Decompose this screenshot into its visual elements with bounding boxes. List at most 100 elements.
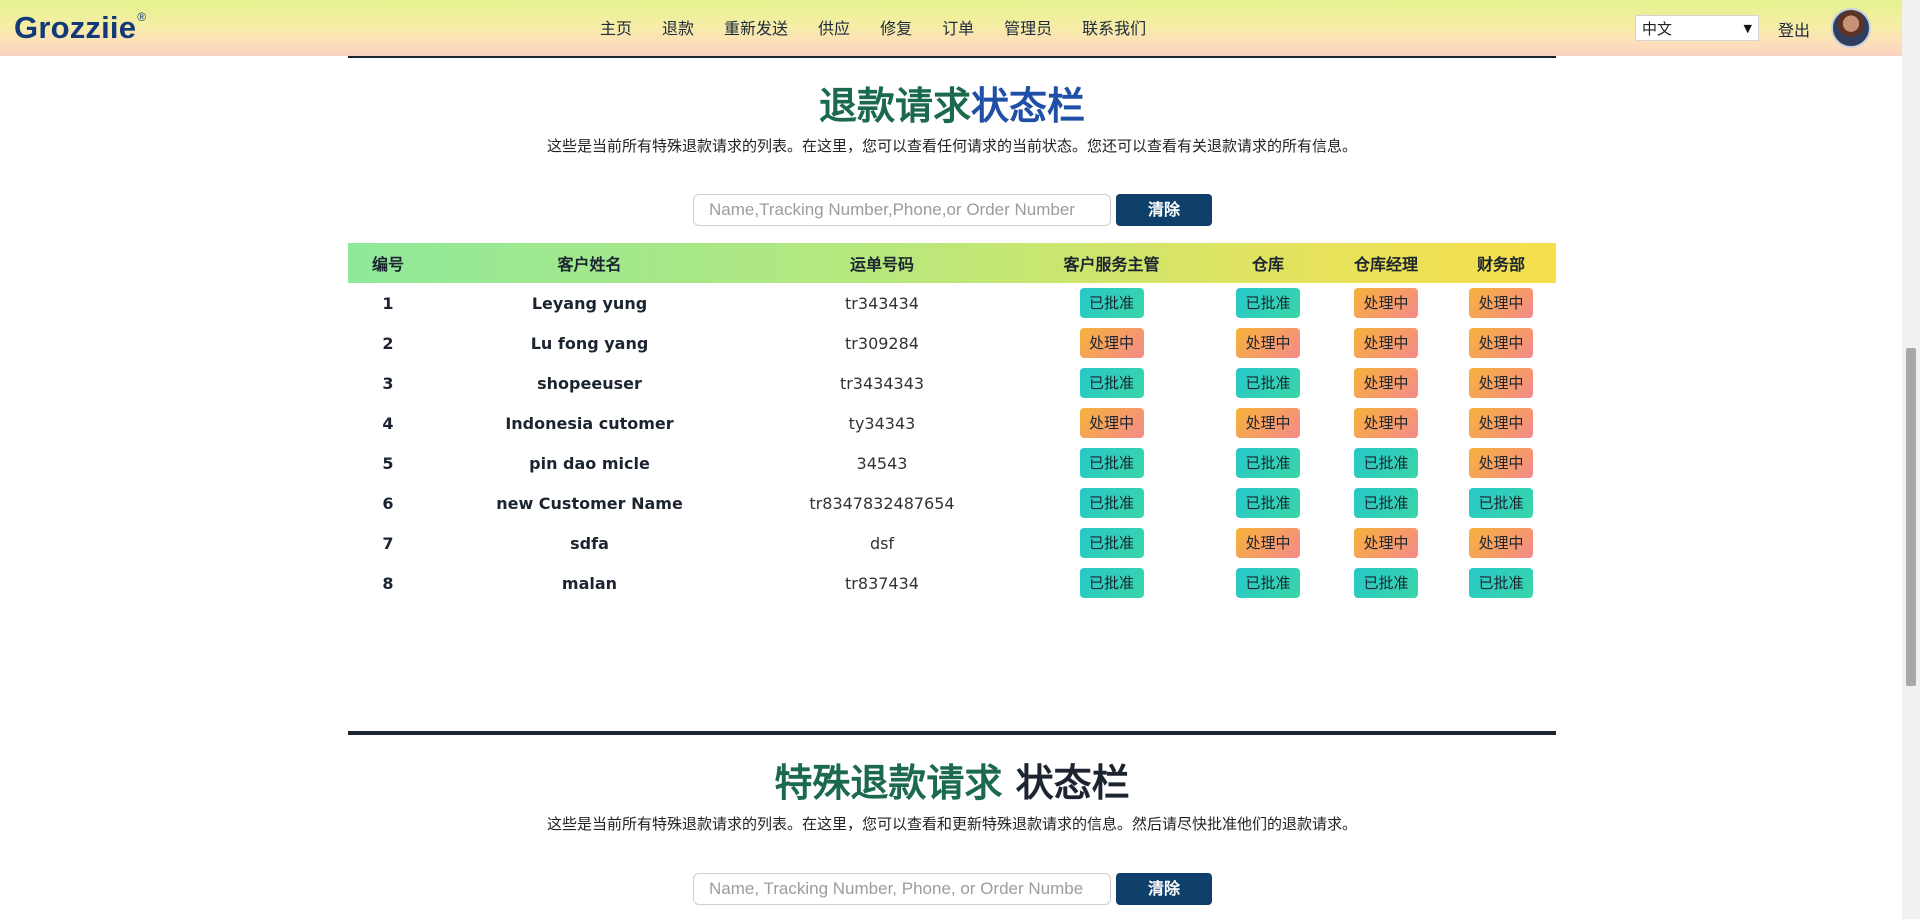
registered-mark: ®: [137, 9, 147, 24]
row-number: 4: [382, 413, 394, 433]
warehouse-status-cell: 处理中: [1210, 523, 1326, 563]
customer-name: Lu fong yang: [530, 333, 649, 353]
nav-home[interactable]: 主页: [600, 15, 632, 39]
top-navbar: Grozziie® 主页 退款 重新发送 供应 修复 订单 管理员 联系我们 中…: [0, 0, 1902, 56]
nav-contact[interactable]: 联系我们: [1082, 15, 1146, 39]
cs-supervisor-status-cell: 已批准: [1013, 443, 1210, 483]
nav-refund[interactable]: 退款: [662, 15, 694, 39]
customer-name: new Customer Name: [496, 493, 683, 513]
status-badge[interactable]: 已批准: [1079, 528, 1144, 558]
status-badge[interactable]: 已批准: [1354, 568, 1418, 598]
language-select[interactable]: 中文 ▼: [1635, 15, 1759, 41]
nav-resend[interactable]: 重新发送: [724, 15, 788, 39]
nav-repair[interactable]: 修复: [880, 15, 912, 39]
finance-status-cell: 处理中: [1446, 283, 1556, 323]
status-badge[interactable]: 已批准: [1236, 368, 1300, 398]
status-badge[interactable]: 已批准: [1469, 568, 1533, 598]
row-number: 7: [382, 533, 394, 553]
status-badge[interactable]: 处理中: [1236, 528, 1300, 558]
status-badge[interactable]: 已批准: [1469, 488, 1533, 518]
status-badge[interactable]: 处理中: [1354, 528, 1418, 558]
tracking-number: tr343434: [845, 293, 919, 313]
customer-name: pin dao micle: [529, 453, 650, 473]
cs-supervisor-status-cell: 已批准: [1013, 563, 1210, 603]
brand-logo[interactable]: Grozziie®: [14, 10, 146, 46]
finance-status-cell: 已批准: [1446, 563, 1556, 603]
status-badge[interactable]: 处理中: [1469, 528, 1533, 558]
warehouse-manager-status-cell: 已批准: [1326, 563, 1446, 603]
table-row: 8 malan tr837434 已批准 已批准 已批准 已批准: [348, 563, 1556, 603]
warehouse-status-cell: 处理中: [1210, 323, 1326, 363]
finance-status-cell: 处理中: [1446, 363, 1556, 403]
finance-status-cell: 处理中: [1446, 443, 1556, 483]
nav-orders[interactable]: 订单: [942, 15, 974, 39]
section-divider-bottom: [348, 731, 1556, 735]
table-row: 1 Leyang yung tr343434 已批准 已批准 处理中 处理中: [348, 283, 1556, 323]
customer-name: sdfa: [570, 533, 609, 553]
status-badge[interactable]: 处理中: [1354, 408, 1418, 438]
warehouse-manager-status-cell: 处理中: [1326, 403, 1446, 443]
row-number: 1: [382, 293, 394, 313]
cs-supervisor-status-cell: 已批准: [1013, 363, 1210, 403]
status-badge[interactable]: 处理中: [1469, 408, 1533, 438]
status-badge[interactable]: 已批准: [1079, 288, 1144, 318]
status-badge[interactable]: 已批准: [1236, 448, 1300, 478]
warehouse-manager-status-cell: 已批准: [1326, 443, 1446, 483]
logout-link[interactable]: 登出: [1778, 17, 1810, 41]
col-header-finance: 财务部: [1476, 255, 1525, 274]
status-badge[interactable]: 已批准: [1079, 368, 1144, 398]
title-part-2: 状态栏: [1015, 761, 1130, 805]
status-badge[interactable]: 已批准: [1354, 488, 1418, 518]
warehouse-manager-status-cell: 处理中: [1326, 283, 1446, 323]
status-badge[interactable]: 已批准: [1236, 488, 1300, 518]
row-number: 8: [382, 573, 394, 593]
nav-admin[interactable]: 管理员: [1004, 15, 1052, 39]
finance-status-cell: 已批准: [1446, 483, 1556, 523]
row-number: 3: [382, 373, 394, 393]
status-badge[interactable]: 处理中: [1354, 288, 1418, 318]
table-row: 2 Lu fong yang tr309284 处理中 处理中 处理中 处理中: [348, 323, 1556, 363]
cs-supervisor-status-cell: 已批准: [1013, 483, 1210, 523]
tracking-number: tr3434343: [839, 373, 925, 393]
status-badge[interactable]: 处理中: [1469, 368, 1533, 398]
status-badge[interactable]: 处理中: [1354, 328, 1418, 358]
status-badge[interactable]: 处理中: [1236, 408, 1300, 438]
warehouse-status-cell: 已批准: [1210, 483, 1326, 523]
status-badge[interactable]: 已批准: [1236, 288, 1300, 318]
warehouse-status-cell: 已批准: [1210, 443, 1326, 483]
refund-search-input[interactable]: Name,Tracking Number,Phone,or Order Numb…: [693, 194, 1111, 226]
status-badge[interactable]: 处理中: [1469, 288, 1533, 318]
scrollbar-thumb[interactable]: [1906, 348, 1916, 686]
user-avatar[interactable]: [1831, 8, 1871, 48]
nav-supply[interactable]: 供应: [818, 15, 850, 39]
special-search-input[interactable]: Name, Tracking Number, Phone, or Order N…: [693, 873, 1111, 905]
special-clear-button[interactable]: 清除: [1116, 873, 1212, 905]
table-row: 4 Indonesia cutomer ty34343 处理中 处理中 处理中 处理中: [348, 403, 1556, 443]
status-badge[interactable]: 已批准: [1236, 568, 1300, 598]
warehouse-status-cell: 已批准: [1210, 563, 1326, 603]
title-part-1: 特殊退款请求: [774, 761, 1003, 805]
tracking-number: 34543: [856, 453, 908, 473]
status-badge[interactable]: 已批准: [1079, 488, 1144, 518]
status-badge[interactable]: 已批准: [1079, 568, 1144, 598]
status-badge[interactable]: 处理中: [1354, 368, 1418, 398]
finance-status-cell: 处理中: [1446, 523, 1556, 563]
status-badge[interactable]: 已批准: [1079, 448, 1144, 478]
status-badge[interactable]: 处理中: [1079, 408, 1144, 438]
chevron-down-icon: ▼: [1743, 21, 1752, 35]
warehouse-status-cell: 已批准: [1210, 363, 1326, 403]
title-part-2: 状态栏: [971, 84, 1086, 128]
cs-supervisor-status-cell: 已批准: [1013, 283, 1210, 323]
tracking-number: tr309284: [845, 333, 919, 353]
status-badge[interactable]: 处理中: [1079, 328, 1144, 358]
clear-button[interactable]: 清除: [1116, 194, 1212, 226]
title-part-1: 退款请求: [818, 84, 971, 128]
status-badge[interactable]: 已批准: [1354, 448, 1418, 478]
status-badge[interactable]: 处理中: [1236, 328, 1300, 358]
warehouse-manager-status-cell: 处理中: [1326, 323, 1446, 363]
section-divider-top: [348, 56, 1556, 58]
customer-name: Indonesia cutomer: [505, 413, 674, 433]
special-refund-title: 特殊退款请求 状态栏: [348, 752, 1556, 807]
status-badge[interactable]: 处理中: [1469, 448, 1533, 478]
status-badge[interactable]: 处理中: [1469, 328, 1533, 358]
